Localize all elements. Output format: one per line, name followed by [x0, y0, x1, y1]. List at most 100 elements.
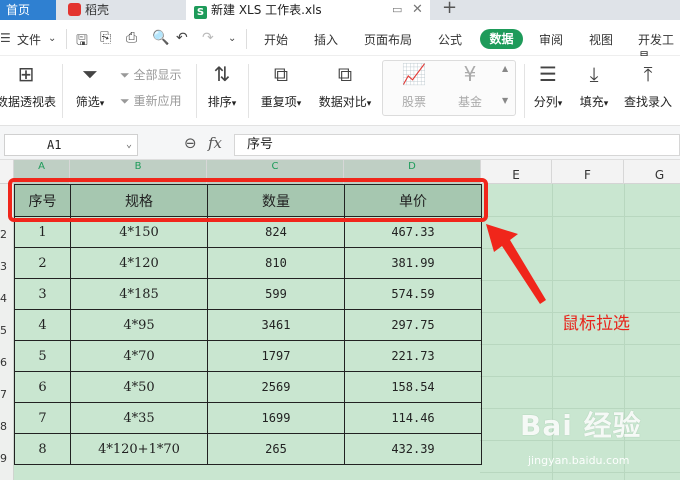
table-cell[interactable]: 810: [207, 247, 345, 279]
table-cell[interactable]: 4*185: [70, 278, 208, 310]
data-compare-button[interactable]: ⧉ 数据对比▾: [314, 62, 376, 110]
column-header-e[interactable]: E: [481, 160, 552, 184]
table-cell[interactable]: 114.46: [344, 402, 482, 434]
tab-docer[interactable]: 稻壳: [60, 0, 180, 20]
ribbon-toolbar: ⊞ 数据透视表 ⏷ 筛选▾ ⏷ 全部显示 ⏷ 重新应用 ⇅ 排序▾ ⧉ 重复项▾…: [0, 56, 680, 126]
formula-input[interactable]: 序号: [234, 134, 680, 156]
table-cell[interactable]: 4: [14, 309, 71, 341]
menu-data-active[interactable]: 数据: [480, 29, 523, 49]
file-menu[interactable]: 文件: [17, 31, 41, 48]
table-cell[interactable]: 599: [207, 278, 345, 310]
export-pdf-icon[interactable]: ⎘: [100, 30, 111, 46]
table-cell[interactable]: 574.59: [344, 278, 482, 310]
table-cell[interactable]: 4*120: [70, 247, 208, 279]
print-icon[interactable]: ⎙: [126, 30, 137, 46]
table-cell[interactable]: 432.39: [344, 433, 482, 465]
lookup-entry-button[interactable]: ⤒ 查找录入: [620, 62, 676, 110]
table-cell[interactable]: 158.54: [344, 371, 482, 403]
name-box[interactable]: A1 ⌄: [4, 134, 138, 156]
restore-icon[interactable]: ▭: [392, 0, 402, 20]
column-header-f[interactable]: F: [552, 160, 624, 184]
table-row: 2 4*120 810 381.99: [14, 247, 482, 279]
show-all-button[interactable]: ⏷ 全部显示: [120, 66, 181, 83]
table-cell[interactable]: 2569: [207, 371, 345, 403]
cell-reference: A1: [47, 138, 62, 152]
print-preview-icon[interactable]: 🔍: [152, 30, 169, 46]
redo-icon[interactable]: ↷: [202, 30, 214, 46]
pivot-table-button[interactable]: ⊞ 数据透视表: [0, 62, 58, 110]
table-cell[interactable]: 5: [14, 340, 71, 372]
scroll-down-icon[interactable]: ▼: [502, 96, 508, 105]
docer-logo-icon: [68, 3, 81, 16]
row-header-5[interactable]: 5: [0, 324, 14, 337]
table-row: 6 4*50 2569 158.54: [14, 371, 482, 403]
duplicates-button[interactable]: ⧉ 重复项▾: [256, 62, 306, 110]
table-cell[interactable]: 6: [14, 371, 71, 403]
fx-icon[interactable]: fx: [208, 134, 222, 152]
quick-access-chevron-icon[interactable]: ⌄: [228, 33, 236, 44]
split-column-icon: ☰: [539, 62, 557, 86]
table-cell[interactable]: 3: [14, 278, 71, 310]
save-icon[interactable]: 🖫: [76, 30, 88, 54]
column-header-g[interactable]: G: [624, 160, 680, 184]
row-header-8[interactable]: 8: [0, 420, 14, 433]
stock-button[interactable]: 📈 股票: [392, 62, 436, 110]
table-cell[interactable]: 2: [14, 247, 71, 279]
formula-content: 序号: [247, 137, 274, 152]
spreadsheet-icon: S: [194, 6, 207, 19]
divider: [524, 64, 525, 118]
scroll-up-icon[interactable]: ▲: [502, 64, 508, 73]
chevron-down-icon[interactable]: ⌄: [126, 135, 132, 155]
row-header-3[interactable]: 3: [0, 260, 14, 273]
watermark-url: jingyan.baidu.com: [528, 454, 630, 467]
table-cell[interactable]: 4*95: [70, 309, 208, 341]
row-header-4[interactable]: 4: [0, 292, 14, 305]
duplicates-icon: ⧉: [273, 62, 289, 86]
table-cell[interactable]: 4*35: [70, 402, 208, 434]
zoom-icon[interactable]: ⊖: [184, 134, 197, 152]
row-header-2[interactable]: 2: [0, 228, 14, 241]
selection-highlight-frame: [8, 178, 488, 222]
divider: [246, 29, 247, 49]
menu-start[interactable]: 开始: [264, 31, 288, 48]
close-icon[interactable]: ✕: [412, 0, 423, 20]
filter-label: 筛选▾: [75, 95, 105, 109]
reapply-button[interactable]: ⏷ 重新应用: [120, 92, 181, 109]
chevron-down-icon[interactable]: ⌄: [48, 33, 56, 44]
table-cell[interactable]: 7: [14, 402, 71, 434]
show-all-icon: ⏷: [120, 68, 130, 82]
table-cell[interactable]: 297.75: [344, 309, 482, 341]
annotation-text: 鼠标拉选: [562, 314, 630, 334]
row-header-7[interactable]: 7: [0, 388, 14, 401]
fill-label: 填充▾: [579, 95, 609, 109]
tab-home[interactable]: 首页: [0, 0, 56, 20]
table-cell[interactable]: 265: [207, 433, 345, 465]
menu-view[interactable]: 视图: [589, 31, 613, 48]
table-cell[interactable]: 4*50: [70, 371, 208, 403]
table-cell[interactable]: 4*120+1*70: [70, 433, 208, 465]
menu-formula[interactable]: 公式: [438, 31, 462, 48]
new-tab-button[interactable]: +: [442, 0, 457, 18]
tab-workbook[interactable]: S 新建 XLS 工作表.xls ▭ ✕: [186, 0, 430, 20]
hamburger-icon[interactable]: ☰: [0, 31, 11, 45]
table-cell[interactable]: 381.99: [344, 247, 482, 279]
menu-insert[interactable]: 插入: [314, 31, 338, 48]
sort-button[interactable]: ⇅ 排序▾: [202, 62, 242, 110]
table-cell[interactable]: 1699: [207, 402, 345, 434]
table-cell[interactable]: 8: [14, 433, 71, 465]
menu-bar: ☰ 文件 ⌄ 🖫 ⎘ ⎙ 🔍 ↶ ↷ ⌄ 开始 插入 页面布局 公式 数据 审阅…: [0, 20, 680, 64]
menu-review[interactable]: 审阅: [539, 31, 563, 48]
table-cell[interactable]: 1797: [207, 340, 345, 372]
row-header-6[interactable]: 6: [0, 356, 14, 369]
table-cell[interactable]: 221.73: [344, 340, 482, 372]
table-cell[interactable]: 3461: [207, 309, 345, 341]
fund-button[interactable]: ¥ 基金: [448, 62, 492, 110]
filter-button[interactable]: ⏷ 筛选▾: [70, 62, 110, 110]
menu-page-layout[interactable]: 页面布局: [364, 31, 412, 48]
split-column-button[interactable]: ☰ 分列▾: [528, 62, 568, 110]
table-cell[interactable]: 4*70: [70, 340, 208, 372]
undo-icon[interactable]: ↶: [176, 30, 188, 46]
fill-button[interactable]: ⤓ 填充▾: [574, 62, 614, 110]
row-header-9[interactable]: 9: [0, 452, 14, 465]
table-row: 7 4*35 1699 114.46: [14, 402, 482, 434]
